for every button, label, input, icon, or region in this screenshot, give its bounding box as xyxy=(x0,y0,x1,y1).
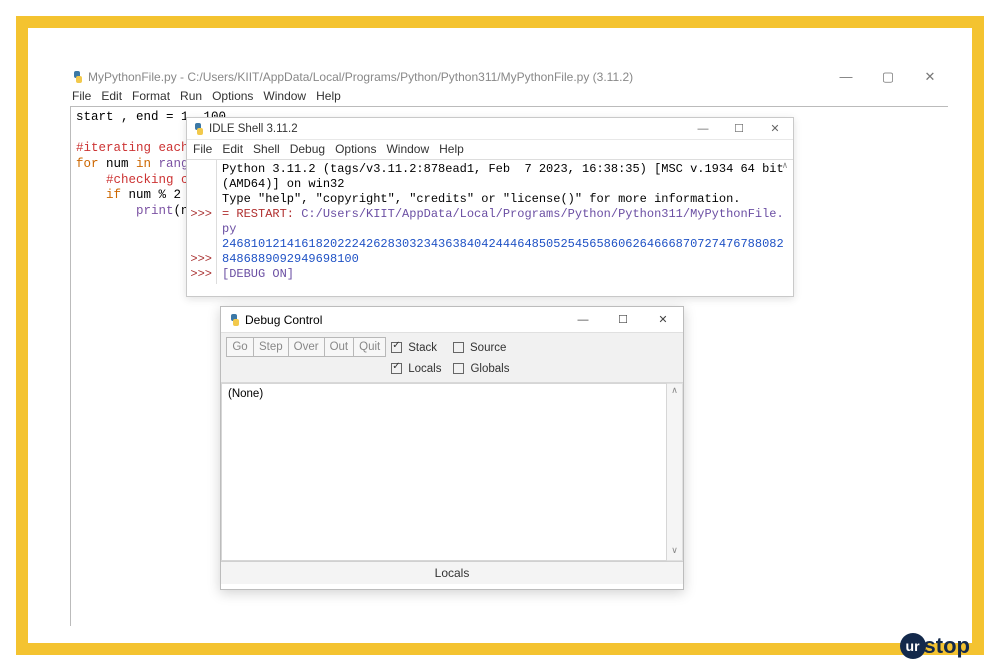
unstop-logo: urstop xyxy=(900,633,970,659)
scroll-down-icon[interactable]: ∨ xyxy=(667,545,682,559)
python-icon xyxy=(229,314,241,326)
scroll-up-icon[interactable]: ∧ xyxy=(778,161,792,175)
debug-footer-label: Locals xyxy=(435,566,470,580)
shell-menubar: File Edit Shell Debug Options Window Hel… xyxy=(187,140,793,159)
menu-options[interactable]: Options xyxy=(212,89,253,103)
locals-label: Locals xyxy=(408,363,441,375)
window-controls: — ▢ ✕ xyxy=(838,69,948,85)
debug-footer: Locals xyxy=(221,561,683,584)
out-button[interactable]: Out xyxy=(324,337,355,357)
globals-checkbox[interactable] xyxy=(453,363,464,374)
window-controls: — ☐ ✕ xyxy=(563,307,683,333)
shell-title: IDLE Shell 3.11.2 xyxy=(209,123,298,135)
step-button[interactable]: Step xyxy=(253,337,289,357)
menu-format[interactable]: Format xyxy=(132,89,170,103)
python-icon xyxy=(193,123,205,135)
shell-output[interactable]: ∧Python 3.11.2 (tags/v3.11.2:878ead1, Fe… xyxy=(217,159,793,284)
debug-stack-area[interactable]: (None) xyxy=(221,383,667,561)
menu-window[interactable]: Window xyxy=(386,142,429,156)
globals-label: Globals xyxy=(470,363,509,375)
shell-titlebar: IDLE Shell 3.11.2 — ☐ ✕ xyxy=(187,118,793,140)
stack-label: Stack xyxy=(408,342,437,354)
over-button[interactable]: Over xyxy=(288,337,325,357)
close-button[interactable]: ✕ xyxy=(643,307,683,333)
minimize-button[interactable]: — xyxy=(838,69,854,85)
shell-body: >>> >>> >>> ∧Python 3.11.2 (tags/v3.11.2… xyxy=(187,159,793,284)
menu-options[interactable]: Options xyxy=(335,142,376,156)
menu-shell[interactable]: Shell xyxy=(253,142,280,156)
debug-title: Debug Control xyxy=(245,313,322,327)
maximize-button[interactable]: ☐ xyxy=(603,307,643,333)
debug-window: Debug Control — ☐ ✕ Go Step Over Out Qui… xyxy=(220,306,684,590)
menu-window[interactable]: Window xyxy=(263,89,306,103)
close-button[interactable]: ✕ xyxy=(922,69,938,85)
minimize-button[interactable]: — xyxy=(563,307,603,333)
menu-run[interactable]: Run xyxy=(180,89,202,103)
maximize-button[interactable]: ☐ xyxy=(721,118,757,140)
maximize-button[interactable]: ▢ xyxy=(880,69,896,85)
debug-none-text: (None) xyxy=(228,388,263,400)
menu-help[interactable]: Help xyxy=(439,142,464,156)
menu-file[interactable]: File xyxy=(193,142,212,156)
menu-file[interactable]: File xyxy=(72,89,91,103)
debug-titlebar: Debug Control — ☐ ✕ xyxy=(221,307,683,333)
stack-checkbox[interactable] xyxy=(391,342,402,353)
menu-edit[interactable]: Edit xyxy=(101,89,122,103)
editor-menubar: File Edit Format Run Options Window Help xyxy=(70,87,948,106)
source-checkbox[interactable] xyxy=(453,342,464,353)
debug-scrollbar[interactable]: ∧ ∨ xyxy=(667,383,683,561)
close-button[interactable]: ✕ xyxy=(757,118,793,140)
debug-button-group: Go Step Over Out Quit xyxy=(226,337,385,357)
locals-checkbox[interactable] xyxy=(391,363,402,374)
logo-circle: ur xyxy=(900,633,926,659)
debug-checkboxes: Stack Source Locals Globals xyxy=(391,337,509,379)
go-button[interactable]: Go xyxy=(226,337,254,357)
debug-toolbar: Go Step Over Out Quit Stack Source xyxy=(221,333,683,383)
minimize-button[interactable]: — xyxy=(685,118,721,140)
menu-edit[interactable]: Edit xyxy=(222,142,243,156)
menu-help[interactable]: Help xyxy=(316,89,341,103)
scroll-up-icon[interactable]: ∧ xyxy=(667,385,682,399)
shell-prompt-gutter: >>> >>> >>> xyxy=(187,159,217,284)
shell-window: IDLE Shell 3.11.2 — ☐ ✕ File Edit Shell … xyxy=(186,117,794,297)
editor-titlebar: MyPythonFile.py - C:/Users/KIIT/AppData/… xyxy=(70,67,948,87)
quit-button[interactable]: Quit xyxy=(353,337,386,357)
python-icon xyxy=(72,71,84,83)
window-controls: — ☐ ✕ xyxy=(685,118,793,140)
source-label: Source xyxy=(470,342,506,354)
editor-title: MyPythonFile.py - C:/Users/KIIT/AppData/… xyxy=(88,70,633,84)
menu-debug[interactable]: Debug xyxy=(290,142,325,156)
debug-body: (None) ∧ ∨ xyxy=(221,383,683,561)
